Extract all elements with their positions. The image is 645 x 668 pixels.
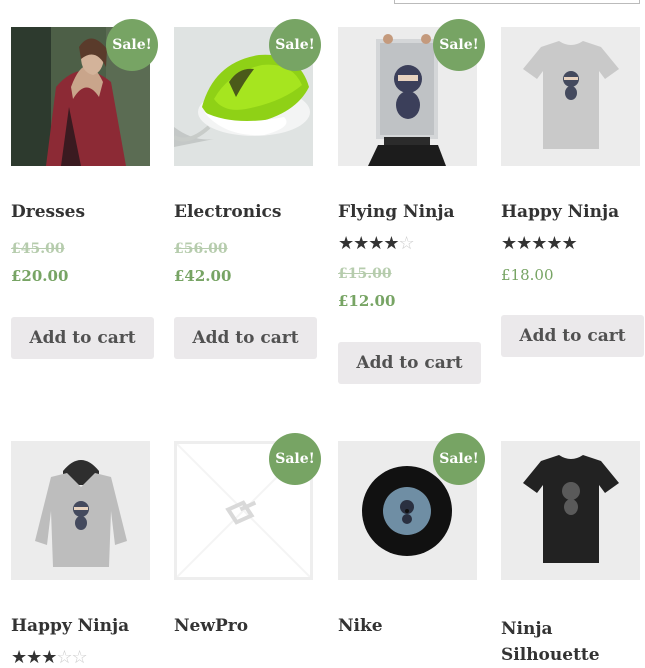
price-sale: £42.00 xyxy=(174,267,232,285)
star-rating: ★★★☆☆ xyxy=(11,647,88,668)
product-title[interactable]: NewPro xyxy=(174,616,248,636)
price-sale: £12.00 xyxy=(338,292,396,310)
product-title[interactable]: Electronics xyxy=(174,202,281,222)
price-sale: £20.00 xyxy=(11,267,69,285)
sale-badge: Sale! xyxy=(269,19,321,71)
product-title[interactable]: Happy Ninja xyxy=(11,616,129,636)
product-title[interactable]: Happy Ninja xyxy=(501,202,619,222)
add-to-cart-button[interactable]: Add to cart xyxy=(338,342,481,384)
add-to-cart-button[interactable]: Add to cart xyxy=(501,315,644,357)
star-rating: ★★★★☆ xyxy=(338,233,415,254)
star-rating: ★★★★★ xyxy=(501,233,578,254)
sale-badge: Sale! xyxy=(433,433,485,485)
product-image-happy-ninja-tshirt[interactable] xyxy=(501,27,640,166)
add-to-cart-button[interactable]: Add to cart xyxy=(11,317,154,359)
sale-badge: Sale! xyxy=(106,19,158,71)
result-count xyxy=(10,0,90,2)
product-title[interactable]: Ninja Silhouette xyxy=(501,616,631,668)
price-regular: £18.00 xyxy=(501,266,554,284)
product-image-ninja-silhouette[interactable] xyxy=(501,441,640,580)
add-to-cart-button[interactable]: Add to cart xyxy=(174,317,317,359)
price-original: £56.00 xyxy=(174,241,228,257)
product-image-happy-ninja-hoodie[interactable] xyxy=(11,441,150,580)
shop-toolbar xyxy=(0,0,645,6)
sale-badge: Sale! xyxy=(433,19,485,71)
price-original: £15.00 xyxy=(338,266,392,282)
product-title[interactable]: Nike xyxy=(338,616,383,636)
price-original: £45.00 xyxy=(11,241,65,257)
sort-select[interactable] xyxy=(394,0,640,4)
product-title[interactable]: Flying Ninja xyxy=(338,202,455,222)
sale-badge: Sale! xyxy=(269,433,321,485)
product-title[interactable]: Dresses xyxy=(11,202,85,222)
